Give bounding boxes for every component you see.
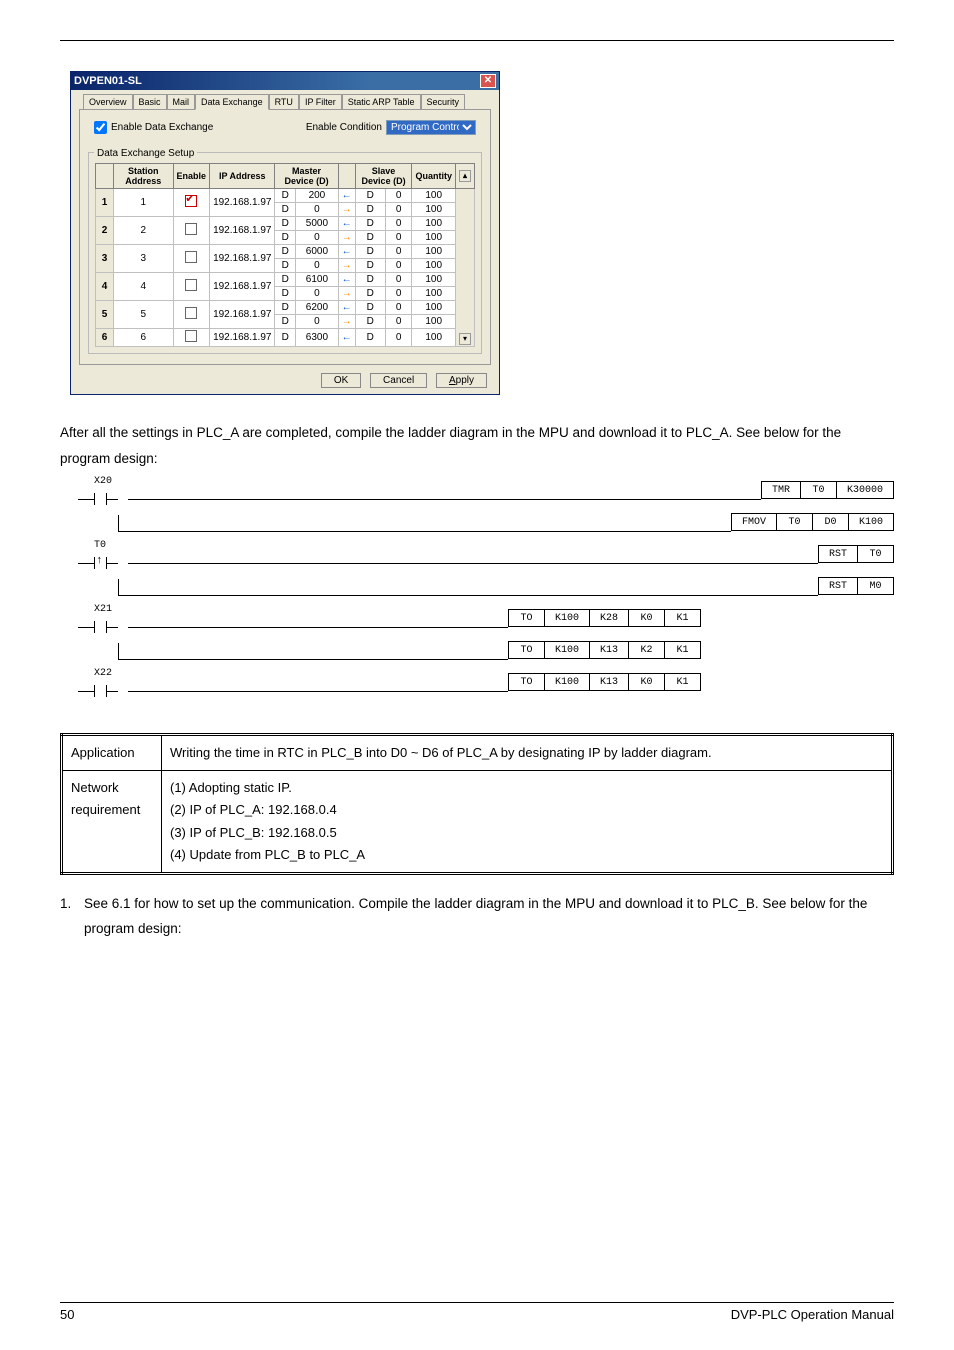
col-slave: Slave Device (D) bbox=[355, 164, 412, 189]
tab-data-exchange[interactable]: Data Exchange bbox=[195, 94, 269, 110]
enable-checkbox[interactable] bbox=[94, 121, 107, 134]
tab-mail[interactable]: Mail bbox=[167, 94, 196, 109]
enable-label: Enable Data Exchange bbox=[111, 122, 213, 133]
no-contact bbox=[88, 621, 118, 635]
list-num: 1. bbox=[60, 891, 84, 942]
col-idx bbox=[96, 164, 114, 189]
cond-label: Enable Condition bbox=[306, 122, 382, 133]
col-enable: Enable bbox=[173, 164, 210, 189]
arrow-right-icon: → bbox=[342, 316, 352, 327]
arrow-left-icon: ← bbox=[342, 190, 352, 201]
instr-to: TO K100 K13 K2 K1 bbox=[508, 641, 701, 659]
settings-dialog: DVPEN01-SL ✕ Overview Basic Mail Data Ex… bbox=[70, 71, 500, 395]
table-row[interactable]: 33192.168.1.97D6000←D0100 bbox=[96, 245, 475, 259]
instr-to: TO K100 K28 K0 K1 bbox=[508, 609, 701, 627]
table-row[interactable]: 11192.168.1.97D200←D0100▾ bbox=[96, 189, 475, 203]
col-ip: IP Address bbox=[210, 164, 275, 189]
ok-button[interactable]: OK bbox=[321, 373, 361, 388]
de-table: Station Address Enable IP Address Master… bbox=[95, 163, 475, 347]
arrow-right-icon: → bbox=[342, 260, 352, 271]
list-text: See 6.1 for how to set up the communicat… bbox=[84, 891, 894, 942]
arrow-right-icon: → bbox=[342, 232, 352, 243]
instr-rst: RST M0 bbox=[818, 577, 894, 595]
instr-rst: RST T0 bbox=[818, 545, 894, 563]
enable-row-checkbox bbox=[185, 251, 197, 263]
footer-title: DVP-PLC Operation Manual bbox=[731, 1307, 894, 1322]
table-row[interactable]: 55192.168.1.97D6200←D0100 bbox=[96, 301, 475, 315]
tab-basic[interactable]: Basic bbox=[133, 94, 167, 109]
info-table: Application Writing the time in RTC in P… bbox=[60, 733, 894, 874]
arrow-right-icon: → bbox=[342, 204, 352, 215]
titlebar: DVPEN01-SL ✕ bbox=[71, 72, 499, 90]
tab-ip-filter[interactable]: IP Filter bbox=[299, 94, 342, 109]
col-qty: Quantity bbox=[412, 164, 456, 189]
table-row[interactable]: 66192.168.1.97D6300←D0100 bbox=[96, 329, 475, 347]
instr-tmr: TMR T0 K30000 bbox=[761, 481, 894, 499]
table-row[interactable]: 44192.168.1.97D6100←D0100 bbox=[96, 273, 475, 287]
arrow-left-icon: ← bbox=[342, 274, 352, 285]
apply-button[interactable]: Apply bbox=[436, 373, 487, 388]
contact-label: X22 bbox=[94, 668, 112, 679]
tabstrip: Overview Basic Mail Data Exchange RTU IP… bbox=[79, 94, 491, 109]
scroll-up-icon[interactable]: ▴ bbox=[459, 170, 471, 182]
col-arrow bbox=[338, 164, 355, 189]
tab-panel: Enable Data Exchange Enable Condition Pr… bbox=[79, 109, 491, 365]
ladder-diagram: X20 TMR T0 K30000 FMOV T0 D0 K100 T0 RST… bbox=[60, 479, 894, 703]
numbered-list: 1. See 6.1 for how to set up the communi… bbox=[60, 891, 894, 942]
no-contact bbox=[88, 685, 118, 699]
contact-label: X20 bbox=[94, 476, 112, 487]
fieldset-label: Data Exchange Setup bbox=[94, 148, 197, 159]
scroll-down-icon: ▾ bbox=[459, 333, 471, 345]
enable-row-checkbox bbox=[185, 195, 197, 207]
dialog-title: DVPEN01-SL bbox=[74, 75, 142, 87]
tab-rtu[interactable]: RTU bbox=[269, 94, 299, 109]
de-setup-box: Station Address Enable IP Address Master… bbox=[88, 152, 482, 354]
table-row[interactable]: 22192.168.1.97D5000←D0100 bbox=[96, 217, 475, 231]
cond-select[interactable]: Program Control bbox=[386, 120, 476, 135]
close-icon[interactable]: ✕ bbox=[480, 74, 496, 88]
arrow-left-icon: ← bbox=[342, 332, 352, 343]
rising-contact bbox=[88, 557, 118, 571]
tab-static-arp[interactable]: Static ARP Table bbox=[342, 94, 421, 109]
info-label-net: Network requirement bbox=[62, 771, 162, 873]
info-val-net: (1) Adopting static IP. (2) IP of PLC_A:… bbox=[162, 771, 893, 873]
info-label-app: Application bbox=[62, 735, 162, 771]
para-1: After all the settings in PLC_A are comp… bbox=[60, 420, 894, 471]
col-station: Station Address bbox=[114, 164, 174, 189]
contact-label: T0 bbox=[94, 540, 106, 551]
tab-overview[interactable]: Overview bbox=[83, 94, 133, 109]
arrow-left-icon: ← bbox=[342, 246, 352, 257]
page-number: 50 bbox=[60, 1307, 74, 1322]
no-contact bbox=[88, 493, 118, 507]
cancel-button[interactable]: Cancel bbox=[370, 373, 427, 388]
enable-row-checkbox bbox=[185, 279, 197, 291]
info-val-app: Writing the time in RTC in PLC_B into D0… bbox=[162, 735, 893, 771]
enable-row-checkbox bbox=[185, 223, 197, 235]
arrow-left-icon: ← bbox=[342, 218, 352, 229]
page-footer: 50 DVP-PLC Operation Manual bbox=[60, 1302, 894, 1322]
arrow-left-icon: ← bbox=[342, 302, 352, 313]
contact-label: X21 bbox=[94, 604, 112, 615]
tab-security[interactable]: Security bbox=[421, 94, 466, 109]
header-rule bbox=[60, 40, 894, 41]
enable-row-checkbox bbox=[185, 330, 197, 342]
apply-rest: pply bbox=[456, 375, 474, 386]
col-scroll: ▴ bbox=[456, 164, 475, 189]
instr-fmov: FMOV T0 D0 K100 bbox=[731, 513, 894, 531]
arrow-right-icon: → bbox=[342, 288, 352, 299]
instr-to: TO K100 K13 K0 K1 bbox=[508, 673, 701, 691]
dialog-buttons: OK Cancel Apply bbox=[79, 365, 491, 388]
enable-row-checkbox bbox=[185, 307, 197, 319]
col-master: Master Device (D) bbox=[275, 164, 338, 189]
enable-data-exchange[interactable]: Enable Data Exchange bbox=[94, 121, 213, 134]
